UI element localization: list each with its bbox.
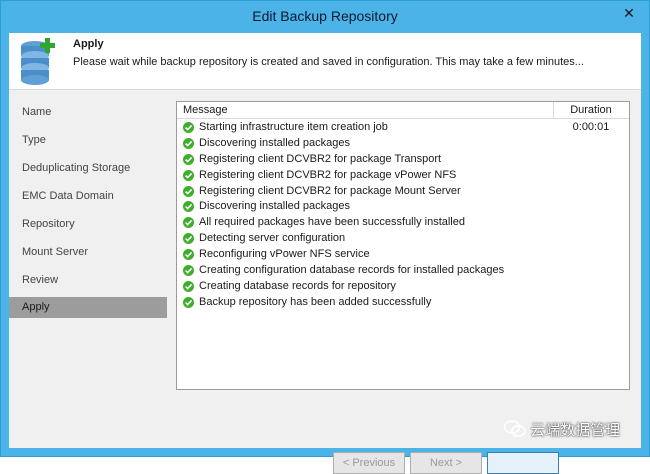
log-row[interactable]: Starting infrastructure item creation jo… [177, 120, 629, 136]
log-row[interactable]: Backup repository has been added success… [177, 295, 629, 311]
wizard-header: Apply Please wait while backup repositor… [9, 33, 641, 90]
log-message: Discovering installed packages [199, 200, 351, 213]
close-button[interactable]: ✕ [616, 3, 642, 23]
previous-button[interactable]: < Previous [333, 452, 405, 474]
success-check-icon [183, 265, 194, 277]
nav-step-review[interactable]: Review [9, 266, 167, 294]
log-message: Backup repository has been added success… [199, 295, 432, 308]
success-check-icon [183, 169, 194, 181]
log-rows: Starting infrastructure item creation jo… [177, 120, 629, 311]
nav-step-deduplicating-storage[interactable]: Deduplicating Storage [9, 154, 167, 182]
log-message: Registering client DCVBR2 for package Mo… [199, 184, 461, 197]
success-check-icon [183, 249, 194, 261]
success-check-icon [183, 122, 194, 133]
log-message: Detecting server configuration [199, 232, 346, 245]
log-header-row: Message Duration [177, 102, 629, 119]
dialog-client-area: Apply Please wait while backup repositor… [9, 33, 641, 474]
success-check-icon [183, 296, 194, 308]
nav-step-emc-data-domain[interactable]: EMC Data Domain [9, 182, 167, 210]
watermark: 云端数据管理 [503, 419, 644, 445]
log-row[interactable]: Reconfiguring vPower NFS service [177, 247, 629, 263]
log-message: Registering client DCVBR2 for package vP… [199, 168, 457, 181]
success-check-icon [183, 201, 194, 213]
nav-step-repository[interactable]: Repository [9, 210, 167, 238]
log-message: Creating database records for repository [199, 279, 396, 292]
log-row[interactable]: Discovering installed packages [177, 199, 629, 215]
log-message: Starting infrastructure item creation jo… [199, 121, 388, 133]
success-check-icon [183, 233, 194, 245]
wizard-step-list: Name Type Deduplicating Storage EMC Data… [9, 98, 167, 318]
log-row[interactable]: Registering client DCVBR2 for package vP… [177, 168, 629, 184]
success-check-icon [183, 217, 194, 229]
log-message: Registering client DCVBR2 for package Tr… [199, 152, 442, 165]
log-row[interactable]: Detecting server configuration [177, 231, 629, 247]
step-description: Please wait while backup repository is c… [73, 56, 584, 68]
log-row[interactable]: Registering client DCVBR2 for package Tr… [177, 152, 629, 168]
window-title: Edit Backup Repository [252, 8, 398, 24]
step-title: Apply [73, 38, 104, 50]
log-row[interactable]: Creating configuration database records … [177, 263, 629, 279]
log-message: Reconfiguring vPower NFS service [199, 248, 370, 261]
column-header-message[interactable]: Message [183, 104, 228, 116]
wizard-body: Name Type Deduplicating Storage EMC Data… [9, 90, 641, 474]
log-row[interactable]: Creating database records for repository [177, 279, 629, 295]
log-row[interactable]: Discovering installed packages [177, 136, 629, 152]
wechat-logo-icon [503, 420, 526, 442]
success-check-icon [183, 280, 194, 292]
nav-step-name[interactable]: Name [9, 98, 167, 126]
log-duration: 0:00:01 [572, 121, 610, 133]
dialog-window: Edit Backup Repository ✕ Apply Please wa… [0, 0, 650, 474]
log-row[interactable]: Registering client DCVBR2 for package Mo… [177, 184, 629, 200]
log-row[interactable]: All required packages have been successf… [177, 215, 629, 231]
success-check-icon [183, 185, 194, 197]
log-message: Discovering installed packages [199, 136, 351, 149]
watermark-text: 云端数据管理 [530, 422, 621, 439]
success-check-icon [183, 153, 194, 165]
column-header-duration[interactable]: Duration [553, 104, 629, 116]
progress-log-table: Message Duration Starting infrastructure… [176, 101, 630, 390]
nav-step-type[interactable]: Type [9, 126, 167, 154]
next-button[interactable]: Next > [410, 452, 482, 474]
close-icon[interactable]: ✕ [623, 5, 635, 21]
finish-button[interactable] [487, 452, 559, 474]
title-bar[interactable]: Edit Backup Repository ✕ [1, 1, 649, 33]
database-add-icon [18, 36, 60, 86]
log-message: Creating configuration database records … [199, 264, 505, 277]
nav-step-apply[interactable]: Apply [9, 297, 167, 318]
nav-step-mount-server[interactable]: Mount Server [9, 238, 167, 266]
success-check-icon [183, 137, 194, 149]
log-message: All required packages have been successf… [199, 216, 465, 229]
